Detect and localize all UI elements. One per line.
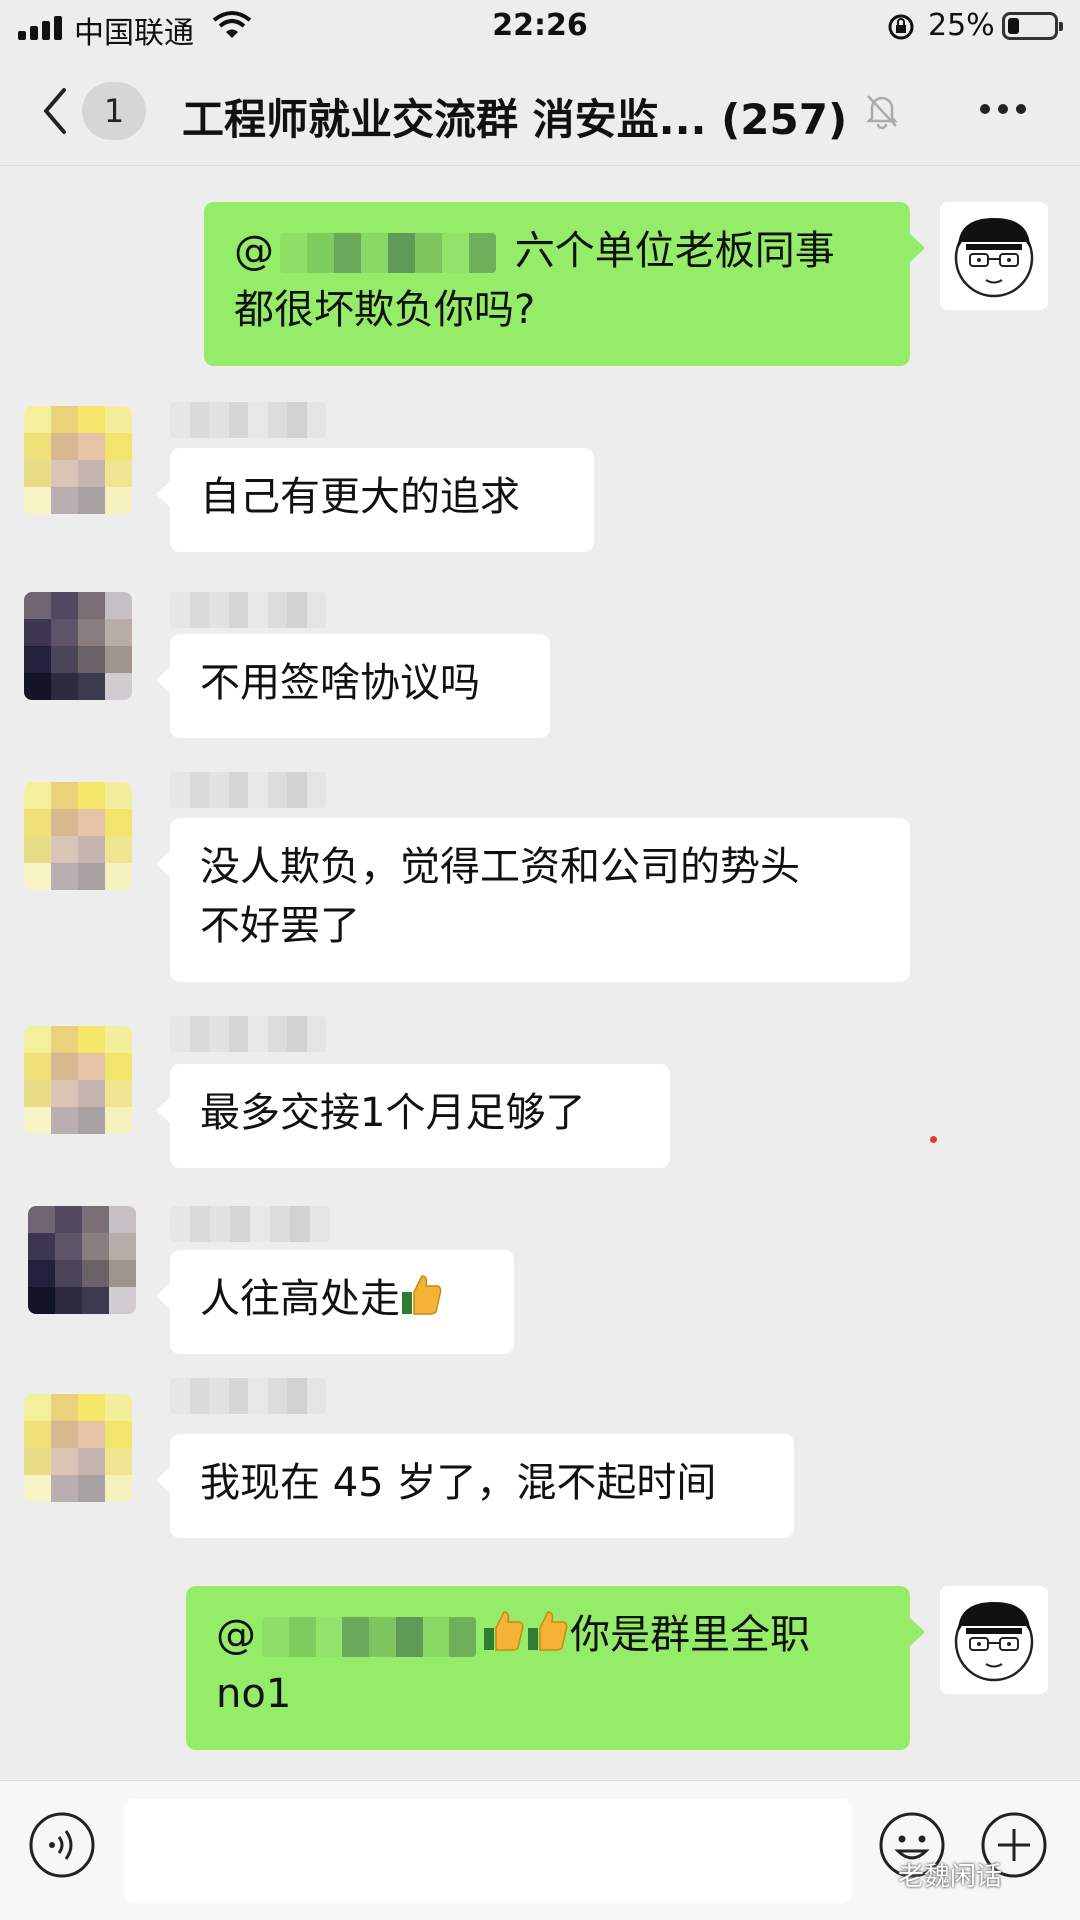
battery-icon: [1002, 12, 1063, 40]
thumbs-up-icon: [402, 1275, 442, 1315]
avatar-self[interactable]: [940, 202, 1048, 310]
chat-header: 1 工程师就业交流群 消安监... (257): [0, 56, 1080, 166]
avatar-user-a[interactable]: [24, 782, 132, 890]
more-icon[interactable]: [980, 104, 1026, 114]
battery-fill: [1008, 18, 1019, 34]
sender-name-blurred: [170, 1206, 330, 1242]
message-bubble-in[interactable]: 不用签啥协议吗: [156, 634, 550, 738]
message-text: 不用签啥协议吗: [200, 660, 480, 706]
message-bubble-out[interactable]: @ 你是群里全职 no1: [186, 1586, 925, 1750]
thumbs-up-icon: [528, 1611, 568, 1651]
thumbs-up-icon: [484, 1611, 524, 1651]
message-bubble-in[interactable]: 人往高处走: [156, 1250, 514, 1354]
red-dot: [930, 1136, 937, 1143]
avatar-user-b[interactable]: [28, 1206, 136, 1314]
message-bubble-in[interactable]: 自己有更大的追求: [156, 448, 594, 552]
mute-bell-icon: [865, 95, 899, 130]
status-bar: 中国联通 22:26 25%: [0, 0, 1080, 56]
message-text: 自己有更大的追求: [200, 474, 520, 520]
message-text-line2: no1: [216, 1671, 292, 1717]
message-bubble-in[interactable]: 我现在 45 岁了，混不起时间: [156, 1434, 794, 1538]
message-text: 最多交接1个月足够了: [200, 1090, 586, 1136]
chat-title: 工程师就业交流群 消安监... (257): [182, 95, 848, 144]
message-bubble-in[interactable]: 没人欺负，觉得工资和公司的势头 不好罢了: [156, 818, 910, 982]
message-text: 没人欺负，觉得工资和公司的势头: [200, 844, 800, 890]
blurred-mention: [262, 1617, 476, 1657]
message-text: 你是群里全职: [570, 1612, 810, 1658]
blurred-mention: [280, 233, 496, 273]
back-arrow-icon[interactable]: [36, 84, 76, 138]
input-bar: [0, 1780, 1080, 1920]
message-text-line2: 不好罢了: [200, 903, 360, 949]
sender-name-blurred: [170, 592, 326, 628]
sender-name-blurred: [170, 772, 326, 808]
mention-prefix: @: [234, 228, 274, 274]
message-input[interactable]: [124, 1799, 852, 1903]
sender-name-blurred: [170, 402, 326, 438]
sender-name-blurred: [170, 1016, 326, 1052]
message-bubble-in[interactable]: 最多交接1个月足够了: [156, 1064, 670, 1168]
avatar-face-icon: [954, 218, 1034, 298]
clock: 22:26: [492, 8, 588, 43]
battery-percent: 25%: [928, 8, 995, 43]
avatar-user-a[interactable]: [24, 1026, 132, 1134]
message-text: 六个单位老板同事: [502, 228, 835, 274]
avatar-user-a[interactable]: [24, 1394, 132, 1502]
unread-count-badge[interactable]: 1: [82, 82, 146, 140]
message-text: 我现在 45 岁了，混不起时间: [200, 1460, 717, 1506]
message-bubble-out[interactable]: @ 六个单位老板同事 都很坏欺负你吗?: [204, 202, 925, 366]
watermark: 老魏闲话: [898, 1862, 1003, 1892]
message-text: 人往高处走: [200, 1276, 400, 1322]
avatar-face-icon: [954, 1602, 1034, 1682]
mention-prefix: @: [216, 1612, 256, 1658]
avatar-user-a[interactable]: [24, 406, 132, 514]
avatar-user-b[interactable]: [24, 592, 132, 700]
sender-name-blurred: [170, 1378, 326, 1414]
rotation-lock-icon: [888, 14, 914, 40]
avatar-self[interactable]: [940, 1586, 1048, 1694]
voice-icon[interactable]: [28, 1811, 96, 1879]
message-text-line2: 都很坏欺负你吗?: [234, 287, 536, 333]
